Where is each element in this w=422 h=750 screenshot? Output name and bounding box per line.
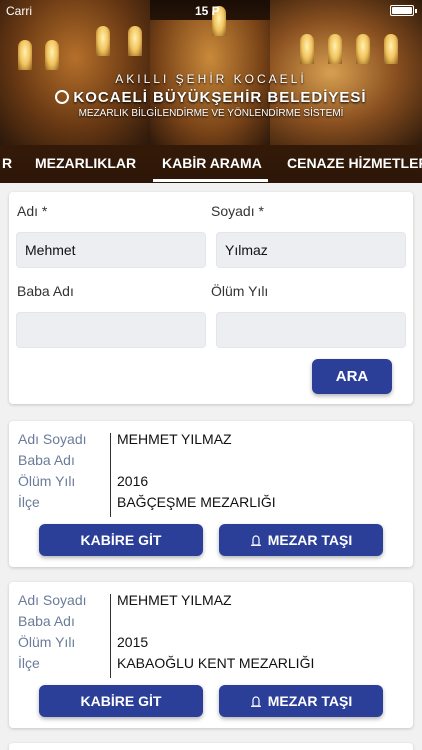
header-banner: Carri 15 P AKILLI ŞEHİR KOCAELİ KOCAELİ … xyxy=(0,0,422,183)
father-name-input[interactable] xyxy=(16,312,206,348)
tombstone-button[interactable]: MEZAR TAŞI xyxy=(219,524,383,556)
father-name-label: Baba Adı xyxy=(17,283,74,299)
tombstone-button[interactable]: MEZAR TAŞI xyxy=(219,685,383,717)
active-tab-indicator xyxy=(153,179,268,182)
result-card: Adı Soyadı Baba Adı Ölüm Yılı İlçe MEHME… xyxy=(9,582,413,728)
last-name-input[interactable] xyxy=(216,232,406,268)
death-year-label: Ölüm Yılı xyxy=(211,283,269,299)
brand-small-title: AKILLI ŞEHİR KOCAELİ xyxy=(115,72,307,86)
tombstone-button-label: MEZAR TAŞI xyxy=(267,532,353,548)
tab-previous[interactable]: R xyxy=(2,155,12,171)
search-button[interactable]: ARA xyxy=(312,359,392,394)
search-form-card: Adı * Soyadı * Baba Adı Ölüm Yılı ARA xyxy=(9,192,413,404)
first-name-input[interactable] xyxy=(16,232,206,268)
window-light xyxy=(384,34,398,64)
last-name-label: Soyadı * xyxy=(211,203,264,219)
death-year-input[interactable] xyxy=(216,312,406,348)
tombstone-icon xyxy=(250,696,261,707)
municipality-logo-icon xyxy=(55,90,70,104)
father-label: Baba Adı xyxy=(18,613,75,629)
tab-grave-search[interactable]: KABİR ARAMA xyxy=(162,155,262,171)
district-value: KABAOĞLU KENT MEZARLIĞI xyxy=(117,655,315,671)
death-year-value: 2015 xyxy=(117,634,149,650)
name-label: Adı Soyadı xyxy=(18,431,87,447)
window-light xyxy=(328,34,342,64)
window-light xyxy=(96,26,110,56)
status-bar: Carri 15 P xyxy=(0,0,422,22)
name-label: Adı Soyadı xyxy=(18,592,87,608)
death-year-value: 2016 xyxy=(117,473,149,489)
tab-bar: R MEZARLIKLAR KABİR ARAMA CENAZE HİZMETL… xyxy=(0,145,422,183)
result-card-partial xyxy=(9,743,413,750)
brand-main-title: KOCAELİ BÜYÜKŞEHİR BELEDİYESİ xyxy=(0,89,422,106)
district-label: İlçe xyxy=(18,655,40,671)
name-value: MEHMET YILMAZ xyxy=(117,431,232,447)
brand-subtitle: MEZARLIK BİLGİLENDİRME VE YÖNLENDİRME Sİ… xyxy=(78,108,344,119)
name-value: MEHMET YILMAZ xyxy=(117,592,232,608)
district-value: BAĞÇEŞME MEZARLIĞI xyxy=(117,494,276,510)
brand-block: AKILLI ŞEHİR KOCAELİ KOCAELİ BÜYÜKŞEHİR … xyxy=(0,72,422,119)
go-to-grave-button[interactable]: KABİRE GİT xyxy=(39,524,203,556)
district-label: İlçe xyxy=(18,494,40,510)
first-name-label: Adı * xyxy=(17,203,48,219)
tombstone-button-label: MEZAR TAŞI xyxy=(267,693,353,709)
window-light xyxy=(300,34,314,64)
window-light xyxy=(18,40,32,70)
brand-main-text: KOCAELİ BÜYÜKŞEHİR BELEDİYESİ xyxy=(73,89,367,106)
clock: 15 P xyxy=(195,4,220,18)
go-to-grave-button[interactable]: KABİRE GİT xyxy=(39,685,203,717)
window-light xyxy=(45,40,59,70)
battery-icon xyxy=(390,5,417,16)
death-year-label: Ölüm Yılı xyxy=(18,473,76,489)
window-light xyxy=(128,26,142,56)
death-year-label: Ölüm Yılı xyxy=(18,634,76,650)
window-light xyxy=(356,34,370,64)
result-card: Adı Soyadı Baba Adı Ölüm Yılı İlçe MEHME… xyxy=(9,421,413,567)
tombstone-icon xyxy=(250,535,261,546)
tab-cemeteries[interactable]: MEZARLIKLAR xyxy=(35,155,136,171)
divider xyxy=(110,433,111,517)
divider xyxy=(110,594,111,678)
tab-funeral-services[interactable]: CENAZE HİZMETLER xyxy=(287,155,422,171)
carrier-label: Carri xyxy=(6,4,32,18)
father-label: Baba Adı xyxy=(18,452,75,468)
